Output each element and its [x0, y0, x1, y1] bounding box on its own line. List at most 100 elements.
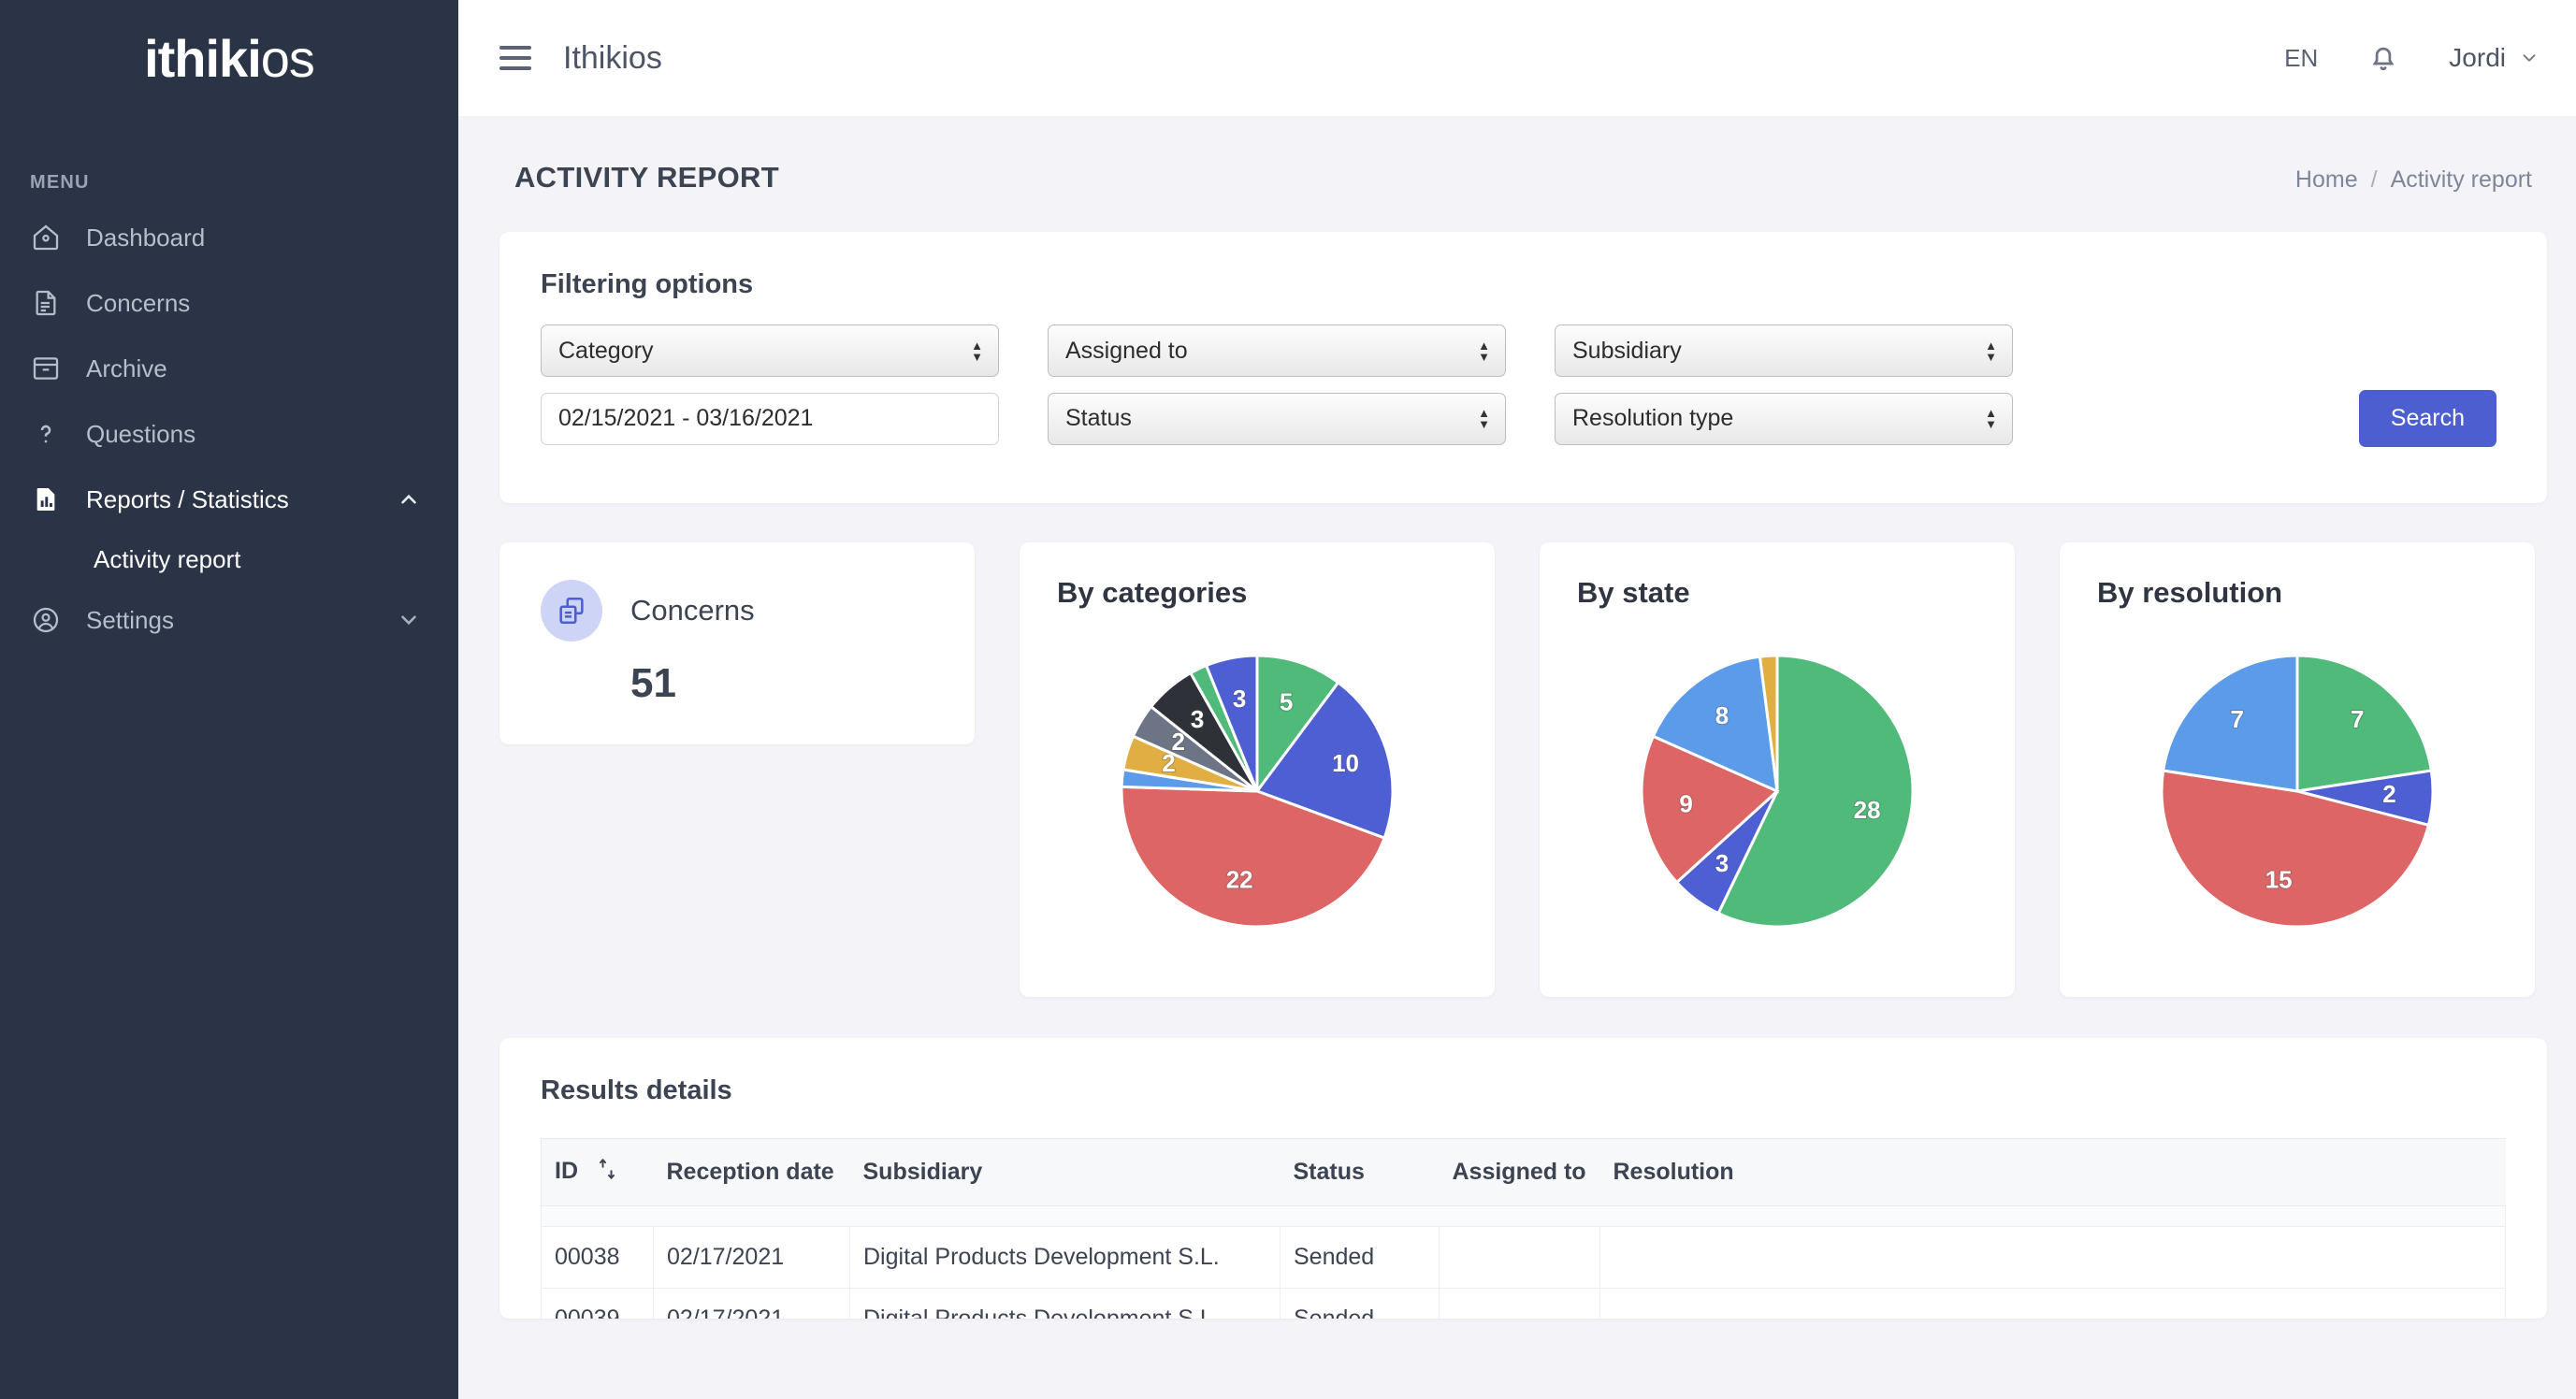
column-header-id-label: ID — [555, 1158, 578, 1184]
chevron-up-icon — [397, 487, 421, 512]
pie-slice-label: 7 — [2351, 705, 2364, 733]
sidebar-item-dashboard[interactable]: Dashboard — [0, 205, 458, 270]
cell-resolution — [1600, 1227, 2506, 1289]
language-selector[interactable]: EN — [2284, 44, 2318, 73]
select-arrows-icon: ▲▼ — [1985, 341, 1997, 361]
sidebar-item-label: Dashboard — [86, 224, 421, 252]
breadcrumb-current: Activity report — [2391, 166, 2532, 194]
by-state-pie[interactable]: 28398 — [1540, 632, 2015, 950]
assigned-to-select-value: Assigned to — [1065, 338, 1188, 365]
category-select-value: Category — [558, 338, 653, 365]
cell-status: Sended — [1281, 1227, 1440, 1289]
cell-assigned-to — [1440, 1227, 1600, 1289]
filter-row-2: 02/15/2021 - 03/16/2021 Status ▲▼ Resolu… — [541, 390, 2506, 447]
search-button[interactable]: Search — [2359, 390, 2496, 447]
cell-id: 00038 — [542, 1227, 654, 1289]
status-select-value: Status — [1065, 405, 1132, 432]
sidebar-item-label: Reports / Statistics — [86, 485, 372, 514]
by-state-title: By state — [1577, 576, 1977, 610]
cell-reception-date: 02/17/2021 — [654, 1289, 850, 1320]
cell-assigned-to — [1440, 1289, 1600, 1320]
resolution-type-select-value: Resolution type — [1572, 405, 1733, 432]
concerns-label: Concerns — [630, 594, 755, 627]
subsidiary-select[interactable]: Subsidiary ▲▼ — [1555, 325, 2013, 377]
table-spacer-cell — [542, 1206, 2506, 1227]
sidebar-item-label: Archive — [86, 354, 421, 383]
resolution-type-select[interactable]: Resolution type ▲▼ — [1555, 393, 2013, 445]
cell-status: Sended — [1281, 1289, 1440, 1320]
assigned-to-filter-cell: Assigned to ▲▼ — [1048, 325, 1506, 377]
date-range-filter-cell: 02/15/2021 - 03/16/2021 — [541, 393, 999, 445]
sort-icon[interactable] — [598, 1158, 616, 1187]
results-table-head: ID Reception date Subsidiary Status Assi… — [542, 1139, 2506, 1206]
document-icon — [30, 287, 62, 319]
sidebar-item-settings[interactable]: Settings — [0, 587, 458, 653]
column-header-status[interactable]: Status — [1281, 1139, 1440, 1206]
breadcrumb: Home / Activity report — [2295, 166, 2532, 194]
cell-reception-date: 02/17/2021 — [654, 1227, 850, 1289]
pie-slice[interactable] — [2297, 656, 2431, 791]
status-filter-cell: Status ▲▼ — [1048, 393, 1506, 445]
table-row[interactable]: 0003802/17/2021Digital Products Developm… — [542, 1227, 2506, 1289]
status-select[interactable]: Status ▲▼ — [1048, 393, 1506, 445]
page-title: ACTIVITY REPORT — [514, 161, 779, 195]
concerns-summary-card: Concerns 51 — [499, 542, 975, 744]
cell-resolution — [1600, 1289, 2506, 1320]
app-root: ithikios MENU Dashboard Concerns Archive — [0, 0, 2576, 1399]
user-menu[interactable]: Jordi — [2449, 43, 2540, 73]
topbar: Ithikios EN Jordi — [458, 0, 2576, 116]
chevron-down-icon — [397, 608, 421, 632]
sidebar: ithikios MENU Dashboard Concerns Archive — [0, 0, 458, 1399]
user-circle-icon — [30, 604, 62, 636]
notification-bell-icon[interactable] — [2366, 41, 2400, 75]
pie-slice-label: 10 — [1332, 749, 1359, 777]
sidebar-item-label: Concerns — [86, 289, 421, 318]
logo[interactable]: ithikios — [0, 0, 458, 116]
main-area: Ithikios EN Jordi ACTIVITY REPORT Home /… — [458, 0, 2576, 1399]
select-arrows-icon: ▲▼ — [971, 341, 983, 361]
concerns-card-header: Concerns — [541, 580, 933, 642]
by-categories-pie[interactable]: 510222233 — [1020, 632, 1495, 950]
home-icon — [30, 222, 62, 253]
results-details-heading: Results details — [541, 1075, 2506, 1106]
category-filter-cell: Category ▲▼ — [541, 325, 999, 377]
chevron-down-icon — [2519, 48, 2540, 68]
date-range-input[interactable]: 02/15/2021 - 03/16/2021 — [541, 393, 999, 445]
hamburger-menu-icon[interactable] — [499, 46, 531, 70]
filter-row-1: Category ▲▼ Assigned to ▲▼ Subsidiary — [541, 325, 2506, 377]
table-row[interactable]: 0003902/17/2021Digital Products Developm… — [542, 1289, 2506, 1320]
category-select[interactable]: Category ▲▼ — [541, 325, 999, 377]
by-resolution-pie[interactable]: 72157 — [2060, 632, 2535, 950]
sidebar-item-reports-statistics[interactable]: Reports / Statistics — [0, 467, 458, 532]
pie-slice-label: 15 — [2265, 865, 2293, 893]
sidebar-item-concerns[interactable]: Concerns — [0, 270, 458, 336]
column-header-resolution[interactable]: Resolution — [1600, 1139, 2506, 1206]
filtering-options-panel: Filtering options Category ▲▼ Assigned t… — [499, 232, 2547, 503]
statistics-row: Concerns 51 By categories 510222233 By s… — [499, 542, 2547, 997]
column-header-reception-date[interactable]: Reception date — [654, 1139, 850, 1206]
column-header-assigned-to[interactable]: Assigned to — [1440, 1139, 1600, 1206]
pie-slice-label: 5 — [1280, 687, 1293, 715]
sidebar-item-label: Questions — [86, 420, 421, 449]
table-header-row: ID Reception date Subsidiary Status Assi… — [542, 1139, 2506, 1206]
page-content: ACTIVITY REPORT Home / Activity report F… — [458, 116, 2576, 1319]
pie-slice-label: 3 — [1233, 685, 1246, 713]
assigned-to-select[interactable]: Assigned to ▲▼ — [1048, 325, 1506, 377]
column-header-id[interactable]: ID — [542, 1139, 654, 1206]
pie-slice-label: 22 — [1226, 866, 1253, 894]
sidebar-subitem-activity-report[interactable]: Activity report — [0, 532, 458, 587]
sidebar-item-archive[interactable]: Archive — [0, 336, 458, 401]
subsidiary-select-value: Subsidiary — [1572, 338, 1682, 365]
search-button-cell: Search — [2359, 390, 2506, 447]
breadcrumb-home[interactable]: Home — [2295, 166, 2358, 194]
results-table: ID Reception date Subsidiary Status Assi… — [541, 1138, 2506, 1319]
column-header-subsidiary[interactable]: Subsidiary — [850, 1139, 1281, 1206]
page-header: ACTIVITY REPORT Home / Activity report — [499, 116, 2547, 232]
sidebar-item-label: Settings — [86, 606, 372, 635]
sidebar-item-questions[interactable]: Questions — [0, 401, 458, 467]
user-name: Jordi — [2449, 43, 2506, 73]
archive-icon — [30, 353, 62, 384]
by-resolution-chart-card: By resolution 72157 — [2060, 542, 2535, 997]
pie-slice-label: 7 — [2231, 705, 2244, 733]
select-arrows-icon: ▲▼ — [1478, 409, 1490, 428]
